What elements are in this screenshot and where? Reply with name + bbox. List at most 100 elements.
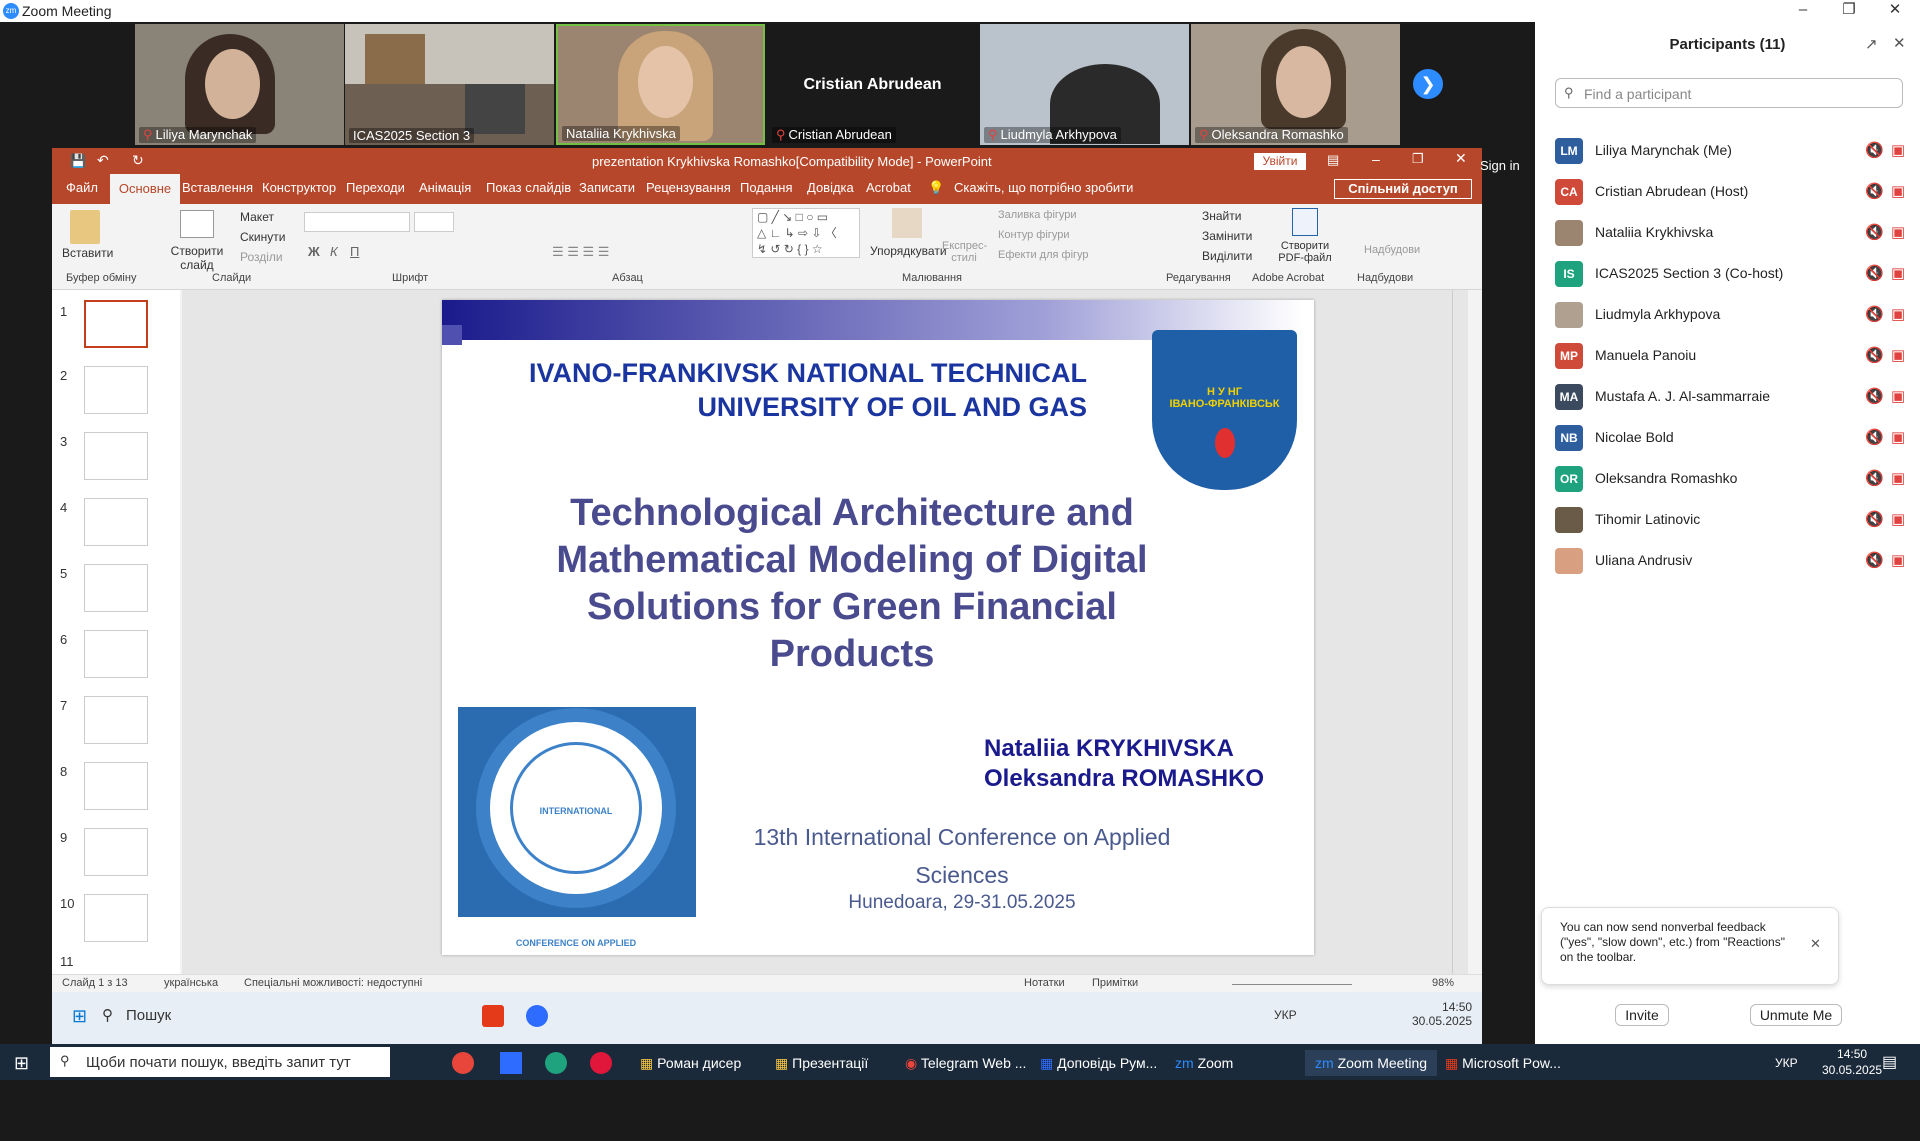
participant-row[interactable]: Tihomir Latinovic 🔇 ▣ (1535, 499, 1920, 540)
slide-thumbnail[interactable] (84, 432, 148, 480)
addins-button[interactable]: Надбудови (1364, 244, 1420, 256)
taskbar-lang[interactable]: УКР (1775, 1050, 1798, 1076)
participant-row[interactable]: CA Cristian Abrudean (Host) 🔇 ▣ (1535, 171, 1920, 212)
select-button[interactable]: Виділити (1202, 249, 1252, 263)
ppt-close-icon[interactable]: ✕ (1455, 150, 1467, 167)
taskbar-clock[interactable]: 14:50 30.05.2025 (1822, 1046, 1882, 1078)
participant-row[interactable]: IS ICAS2025 Section 3 (Co-host) 🔇 ▣ (1535, 253, 1920, 294)
new-slide-button[interactable]: Створити слайд (167, 244, 227, 272)
vertical-scrollbar[interactable] (1452, 290, 1468, 974)
zoom-app-icon[interactable] (526, 1005, 548, 1027)
italic-icon[interactable]: К (330, 244, 338, 259)
express-styles-button[interactable]: Експрес-стилі (942, 240, 987, 264)
slide-thumbnail[interactable] (84, 498, 148, 546)
windows-start-icon[interactable]: ⊞ (14, 1050, 29, 1076)
shape-fill-button[interactable]: Заливка фігури (998, 209, 1077, 221)
save-icon[interactable] (500, 1052, 522, 1074)
language-status[interactable]: українська (164, 977, 218, 989)
tab-file[interactable]: Файл (66, 180, 98, 195)
participant-row[interactable]: MP Manuela Panoiu 🔇 ▣ (1535, 335, 1920, 376)
tab-transitions[interactable]: Переходи (346, 180, 405, 195)
layout-button[interactable]: Макет (240, 210, 274, 224)
comments-button[interactable]: Примітки (1092, 977, 1138, 989)
accessibility-status[interactable]: Спеціальні можливості: недоступні (244, 977, 422, 989)
video-tile[interactable]: ⚲ Oleksandra Romashko (1191, 24, 1400, 145)
tab-record[interactable]: Записати (579, 180, 635, 195)
redo-icon[interactable]: ↻ (132, 152, 144, 169)
shape-effects-button[interactable]: Ефекти для фігур (998, 249, 1089, 261)
slide-thumbnail[interactable] (84, 762, 148, 810)
shape-outline-button[interactable]: Контур фігури (998, 229, 1069, 241)
slide-thumbnail[interactable] (84, 828, 148, 876)
notification-icon[interactable]: ▤ (1882, 1050, 1897, 1076)
close-panel-icon[interactable]: ✕ (1893, 34, 1906, 52)
taskbar-search[interactable]: ⚲ Щоби почати пошук, введіть запит тут (50, 1047, 390, 1077)
taskbar-app[interactable]: ▦ Microsoft Pow... (1445, 1050, 1561, 1076)
zoom-slider[interactable] (1232, 984, 1352, 985)
taskbar-app[interactable]: ▦ Презентації (775, 1050, 868, 1076)
paste-button[interactable]: Вставити (62, 246, 113, 260)
slide-thumbnail[interactable] (84, 564, 148, 612)
participant-search[interactable]: ⚲ Find a participant (1555, 78, 1903, 108)
taskbar-app[interactable]: ◉ Telegram Web ... (905, 1050, 1026, 1076)
video-tile[interactable]: ⚲ Liliya Marynchak (135, 24, 344, 145)
edge-icon[interactable] (545, 1052, 567, 1074)
participant-row[interactable]: Uliana Andrusiv 🔇 ▣ (1535, 540, 1920, 581)
underline-icon[interactable]: П (350, 244, 359, 259)
minimize-icon[interactable]: – (1780, 0, 1826, 22)
powerpoint-icon[interactable] (482, 1005, 504, 1027)
video-tile-active-speaker[interactable]: Nataliia Krykhivska (556, 24, 765, 145)
ppt-minimize-icon[interactable]: – (1372, 151, 1380, 167)
zoom-level[interactable]: 98% (1432, 977, 1454, 989)
slide-thumbnail[interactable] (84, 630, 148, 678)
font-size-input[interactable] (414, 212, 454, 232)
video-tile[interactable]: ⚲ Liudmyla Arkhypova (980, 24, 1189, 145)
tell-me-box[interactable]: Скажіть, що потрібно зробити (954, 180, 1133, 195)
slide-thumbnail[interactable] (84, 894, 148, 942)
tab-acrobat[interactable]: Acrobat (866, 180, 911, 195)
bold-icon[interactable]: Ж (308, 244, 320, 259)
participant-row[interactable]: MA Mustafa A. J. Al-sammarraie 🔇 ▣ (1535, 376, 1920, 417)
video-tile[interactable]: Cristian Abrudean ⚲ Cristian Abrudean (768, 24, 977, 145)
invite-button[interactable]: Invite (1615, 1004, 1669, 1026)
tab-design[interactable]: Конструктор (262, 180, 336, 195)
video-tile[interactable]: ICAS2025 Section 3 (345, 24, 554, 145)
tab-slideshow[interactable]: Показ слайдів (486, 180, 571, 195)
create-pdf-button[interactable]: Створити PDF-файл (1274, 240, 1336, 264)
sections-button[interactable]: Розділи (240, 250, 283, 264)
dismiss-tip-icon[interactable]: ✕ (1810, 936, 1821, 952)
participant-row[interactable]: Nataliia Krykhivska 🔇 ▣ (1535, 212, 1920, 253)
tab-home[interactable]: Основне (110, 174, 180, 204)
tab-animations[interactable]: Анімація (419, 180, 471, 195)
share-button[interactable]: Спільний доступ (1334, 179, 1472, 199)
inner-lang[interactable]: УКР (1274, 1008, 1297, 1022)
slide-thumbnail[interactable] (84, 300, 148, 348)
notes-button[interactable]: Нотатки (1024, 977, 1065, 989)
tab-insert[interactable]: Вставлення (182, 180, 253, 195)
arrange-button[interactable]: Упорядкувати (870, 244, 947, 258)
taskbar-app[interactable]: ▦ Доповідь Рум... (1040, 1050, 1157, 1076)
restore-icon[interactable]: ❐ (1826, 0, 1872, 22)
signin-button[interactable]: Увійти (1254, 153, 1306, 170)
participant-row[interactable]: OR Oleksandra Romashko 🔇 ▣ (1535, 458, 1920, 499)
opera-icon[interactable] (590, 1052, 612, 1074)
taskbar-app[interactable]: zm Zoom (1175, 1050, 1233, 1076)
popout-icon[interactable]: ↗ (1865, 35, 1878, 53)
participant-row[interactable]: LM Liliya Marynchak (Me) 🔇 ▣ (1535, 130, 1920, 171)
participant-row[interactable]: Liudmyla Arkhypova 🔇 ▣ (1535, 294, 1920, 335)
unmute-me-button[interactable]: Unmute Me (1750, 1004, 1842, 1026)
next-page-icon[interactable]: ❯ (1413, 69, 1443, 99)
ribbon-display-icon[interactable]: ▤ (1327, 152, 1339, 168)
tab-view[interactable]: Подання (740, 180, 793, 195)
taskbar-app[interactable]: ▦ Роман дисер (640, 1050, 741, 1076)
participant-row[interactable]: NB Nicolae Bold 🔇 ▣ (1535, 417, 1920, 458)
search-icon[interactable]: ⚲ (102, 1006, 113, 1024)
start-icon[interactable]: ⊞ (72, 1006, 87, 1027)
slide-thumbnails[interactable]: 1 2 3 4 5 6 7 8 9 10 11 (52, 290, 180, 974)
slide-thumbnail[interactable] (84, 366, 148, 414)
slide-thumbnail[interactable] (84, 696, 148, 744)
align-icon[interactable]: ☰ ☰ ☰ ☰ (552, 244, 609, 260)
ppt-maximize-icon[interactable]: ❐ (1412, 151, 1424, 167)
tab-help[interactable]: Довідка (807, 180, 854, 195)
taskbar-app-active[interactable]: zm Zoom Meeting (1305, 1050, 1438, 1076)
